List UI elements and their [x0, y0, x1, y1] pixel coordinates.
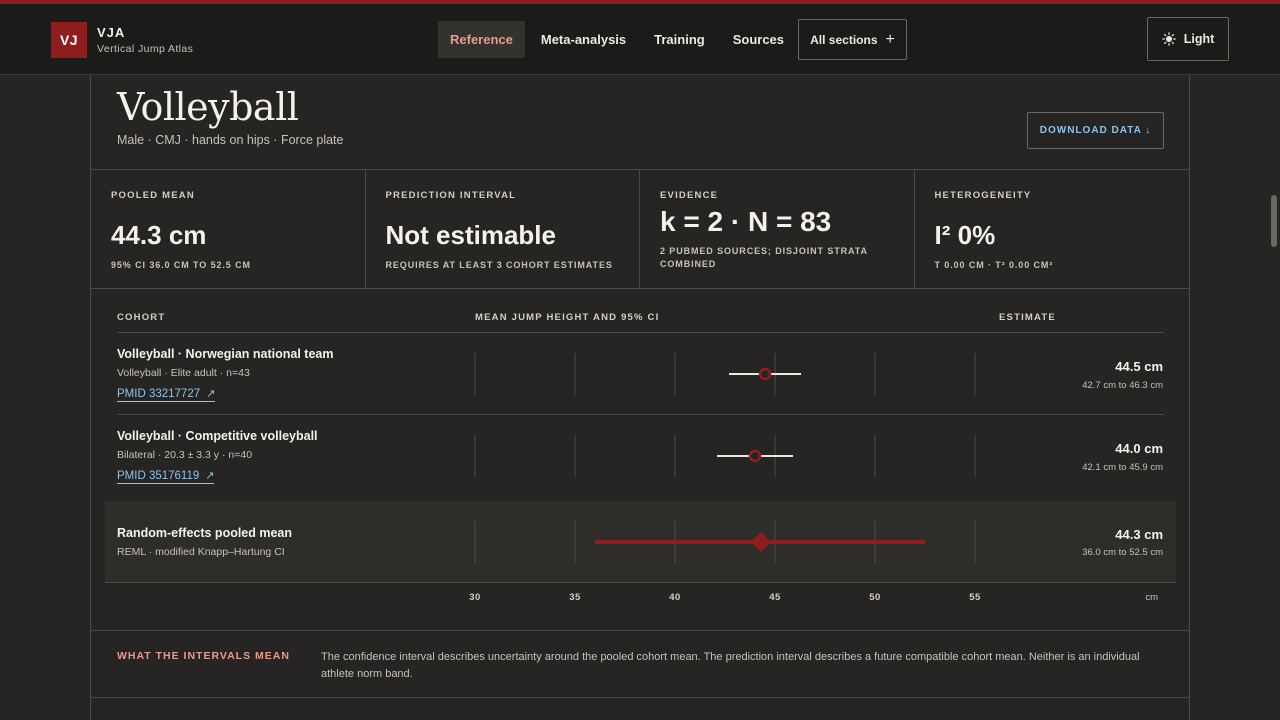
intervals-explainer: WHAT THE INTERVALS MEAN The confidence i…: [91, 630, 1189, 698]
nav-reference[interactable]: Reference: [438, 21, 525, 58]
tick-label: 35: [569, 592, 581, 603]
estimate-point: [758, 367, 772, 381]
explainer-label: WHAT THE INTERVALS MEAN: [117, 650, 290, 662]
pooled-diamond: [751, 532, 771, 552]
theme-label: Light: [1183, 32, 1215, 46]
forest-plot: [474, 353, 976, 563]
tick-label: 45: [769, 592, 781, 603]
plus-icon: +: [885, 30, 895, 48]
axis-unit: cm: [1145, 592, 1158, 603]
tick-label: 30: [469, 592, 481, 603]
brand-name: VJA: [97, 25, 126, 40]
estimate-point: [748, 449, 762, 463]
explainer-text: The confidence interval describes uncert…: [321, 651, 1140, 680]
theme-toggle-button[interactable]: Light: [1147, 17, 1229, 61]
all-sections-label: All sections: [810, 32, 878, 47]
main-panel: Volleyball Male · CMJ · hands on hips · …: [90, 75, 1190, 720]
all-sections-button[interactable]: All sections +: [798, 19, 907, 60]
nav-meta-analysis[interactable]: Meta-analysis: [529, 21, 638, 58]
nav-sources[interactable]: Sources: [721, 21, 796, 58]
brand-subtitle: Vertical Jump Atlas: [97, 43, 194, 55]
main-nav: Reference Meta-analysis Training Sources: [438, 21, 800, 58]
scrollbar-thumb[interactable]: [1271, 195, 1277, 247]
nav-training[interactable]: Training: [642, 21, 717, 58]
tick-label: 40: [669, 592, 681, 603]
tick-label: 55: [969, 592, 981, 603]
app-header: VJ VJA Vertical Jump Atlas Reference Met…: [0, 4, 1280, 75]
sun-icon: [1161, 32, 1176, 46]
tick-label: 50: [869, 592, 881, 603]
logo[interactable]: VJ: [51, 22, 87, 58]
